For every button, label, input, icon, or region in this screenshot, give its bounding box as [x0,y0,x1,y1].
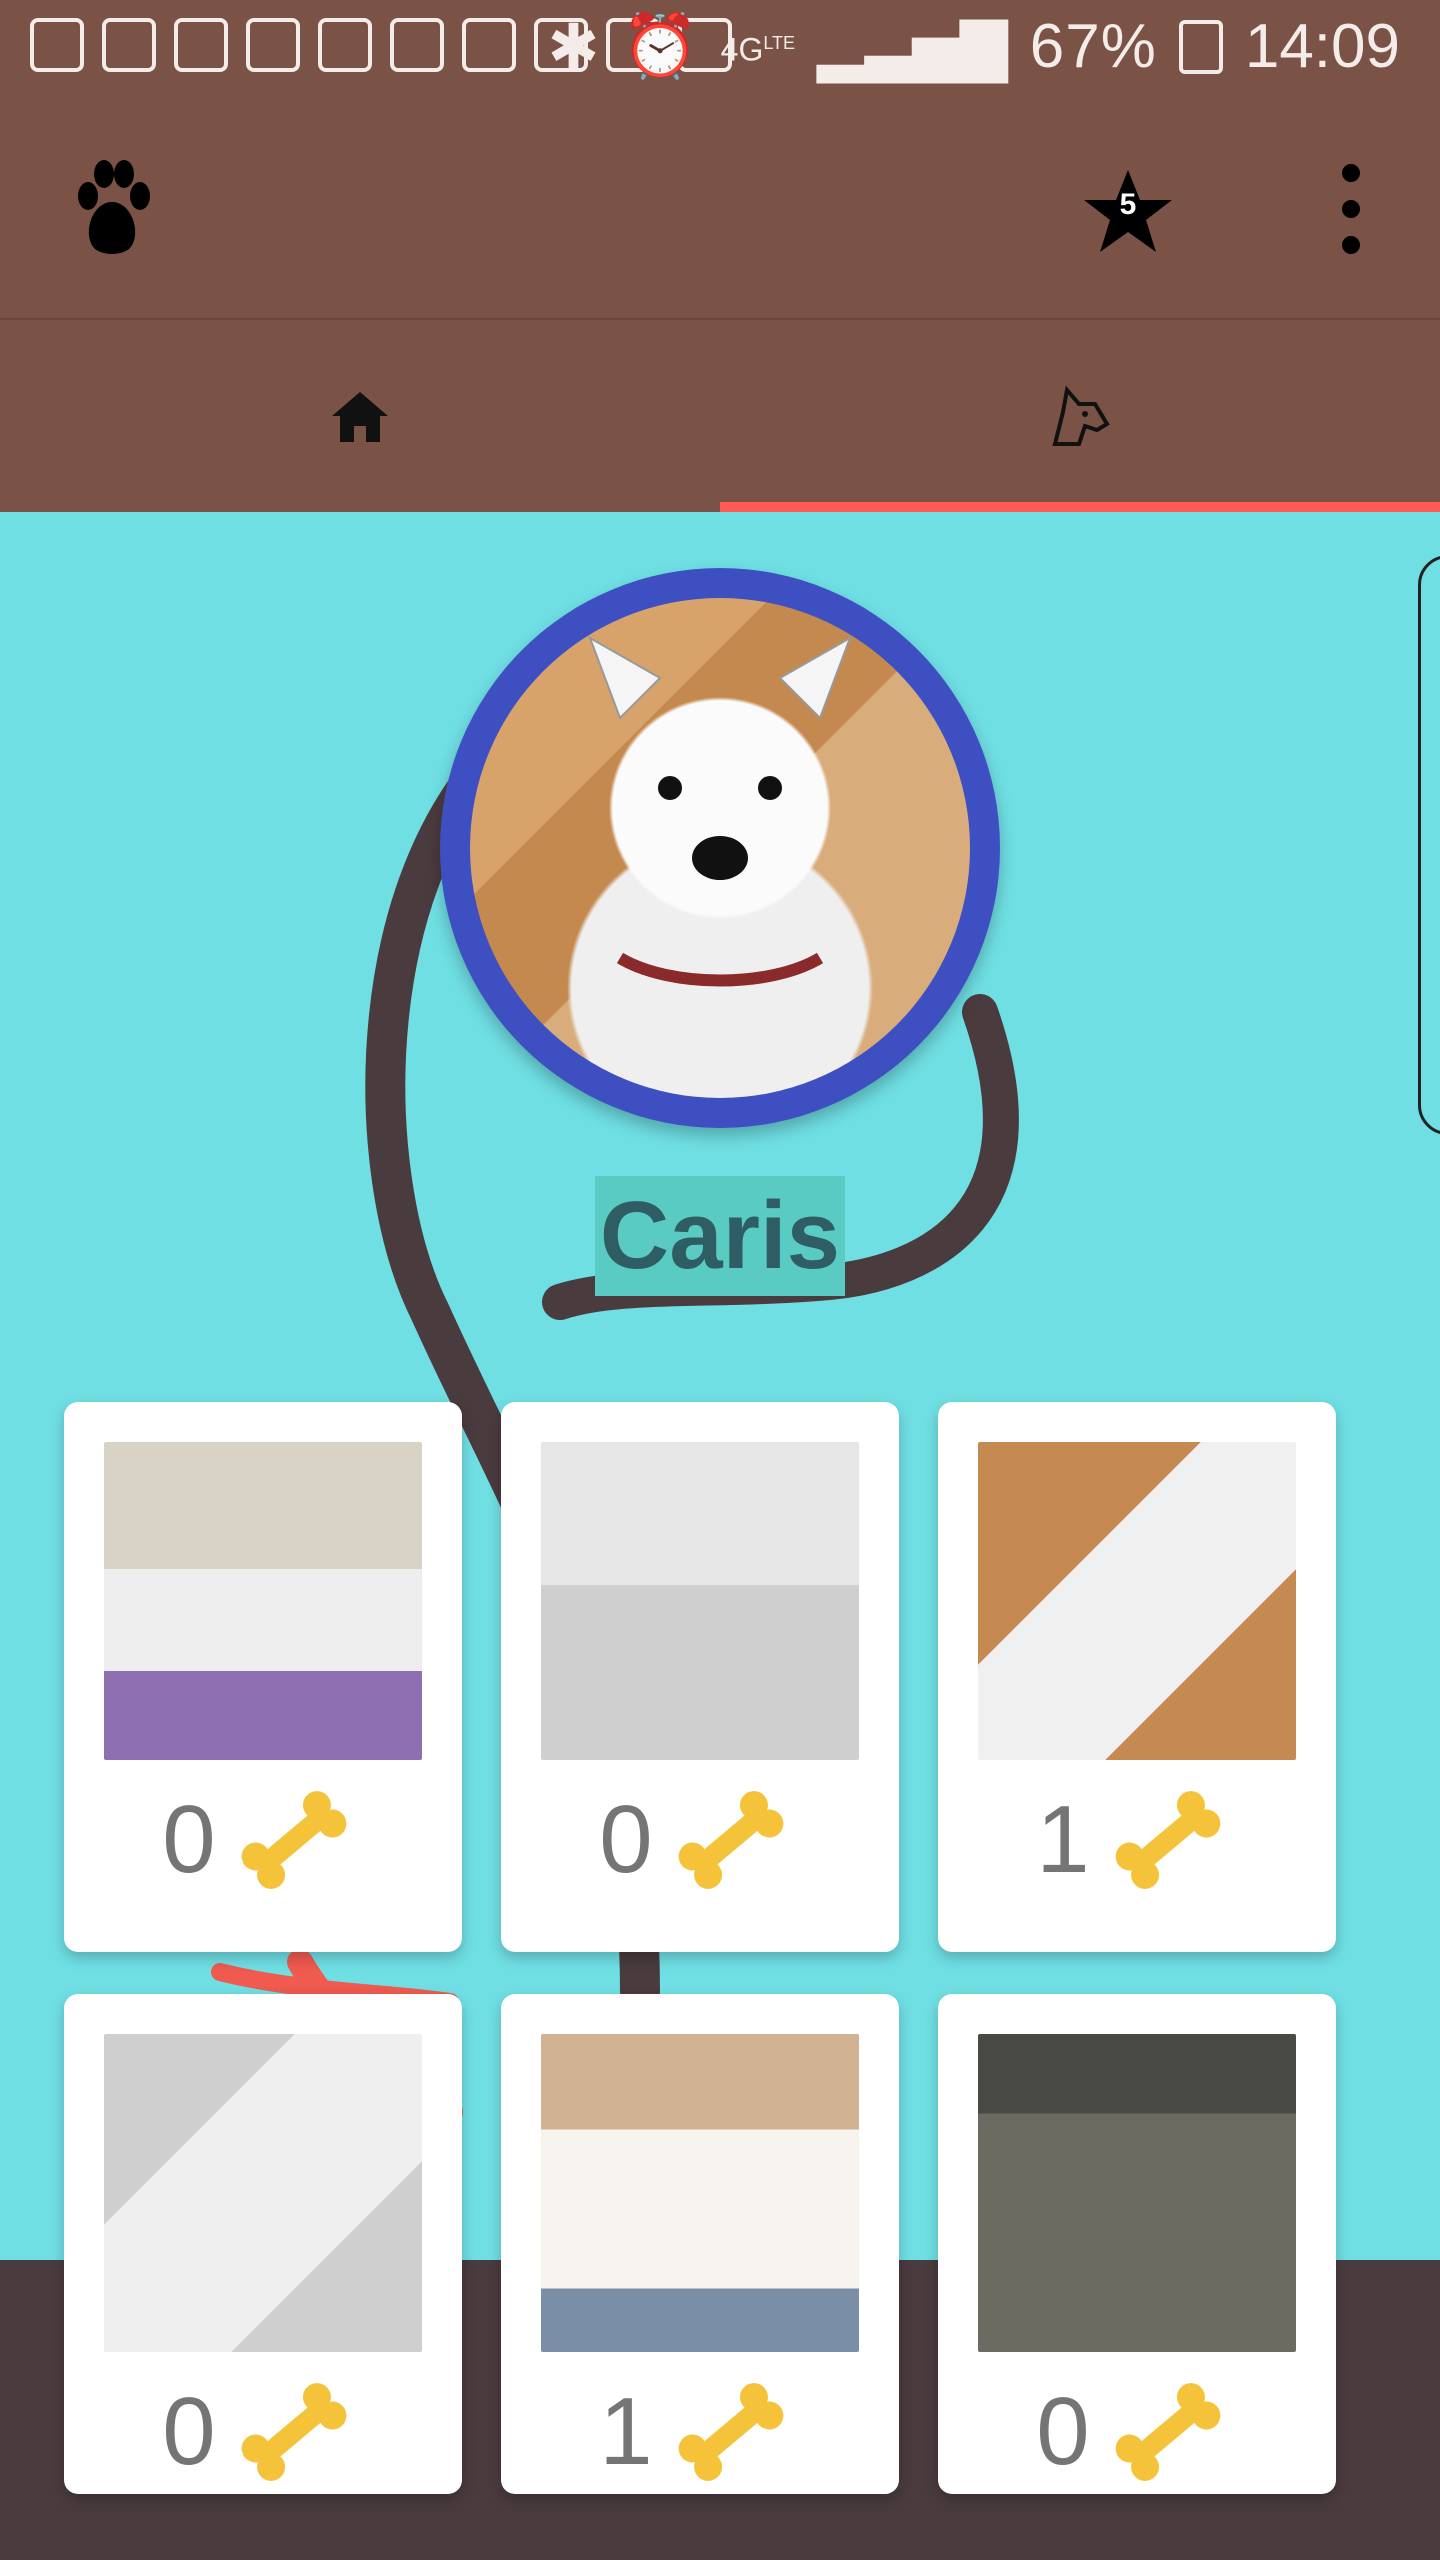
photo-card[interactable]: 0 [64,1994,462,2494]
more-options-button[interactable] [1332,164,1372,254]
video-icon [102,18,156,72]
tab-indicator [720,502,1440,512]
like-counter: 0 [64,1780,462,1900]
dog-photo[interactable] [541,1442,859,1760]
edge-panel-handle[interactable] [1418,555,1440,1135]
dog-head-icon [1052,385,1110,446]
like-count: 0 [162,2378,216,2485]
clock: 14:09 [1244,12,1400,81]
favorites-count: 5 [1119,188,1137,221]
location-icon [390,18,444,72]
photo-card[interactable]: 0 [938,1994,1336,2494]
more-vert-icon [1342,164,1362,254]
home-icon [332,392,388,442]
network-type: 4GLTE [720,31,796,68]
bone-icon[interactable] [661,2372,801,2492]
tab-dog[interactable] [720,320,1440,512]
avatar-image [470,598,970,1098]
profile-avatar[interactable] [440,568,1000,1128]
like-count: 1 [1036,1786,1090,1893]
system-status: ✱ ⏰ 4GLTE ▂▃▅▇ 67% 14:09 [547,10,1400,83]
bone-icon[interactable] [1098,2372,1238,2492]
like-count: 1 [599,2378,653,2485]
like-counter: 0 [501,1780,899,1900]
status-bar: ✱ ⏰ 4GLTE ▂▃▅▇ 67% 14:09 [0,0,1440,96]
bone-icon[interactable] [224,2372,364,2492]
dog-name: Caris [595,1176,845,1296]
dog-photo[interactable] [978,1442,1296,1760]
photo-card[interactable]: 0 [64,1402,462,1952]
bluetooth-icon: ✱ [547,13,600,82]
gmail-icon [318,18,372,72]
like-counter: 1 [938,1780,1336,1900]
video-icon [174,18,228,72]
like-count: 0 [599,1786,653,1893]
signal-icon: ▂▃▅▇ [817,13,1008,82]
app-toolbar: 5 [0,96,1440,322]
bone-icon[interactable] [661,1780,801,1900]
like-counter: 1 [501,2372,899,2492]
location-icon [462,18,516,72]
tab-home[interactable] [0,320,720,512]
favorites-button[interactable]: 5 [1082,166,1174,258]
dog-photo[interactable] [104,2034,422,2352]
chat-icon [30,18,84,72]
avatar-ring [440,568,1000,1128]
dog-photo[interactable] [541,2034,859,2352]
photo-card[interactable]: 0 [501,1402,899,1952]
photo-card[interactable]: 1 [501,1994,899,2494]
facebook-icon [246,18,300,72]
photo-card[interactable]: 1 [938,1402,1336,1952]
paw-icon[interactable] [72,156,152,260]
like-counter: 0 [938,2372,1336,2492]
bone-icon[interactable] [1098,1780,1238,1900]
like-counter: 0 [64,2372,462,2492]
dog-photo[interactable] [978,2034,1296,2352]
battery-percent: 67% [1029,12,1157,81]
battery-icon [1178,19,1223,74]
dog-photo[interactable] [104,1442,422,1760]
like-count: 0 [1036,2378,1090,2485]
tab-bar [0,320,1440,512]
alarm-icon: ⏰ [621,12,699,81]
bone-icon[interactable] [224,1780,364,1900]
like-count: 0 [162,1786,216,1893]
